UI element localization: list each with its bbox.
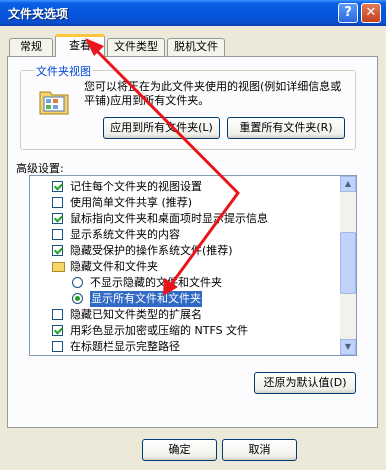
checkbox[interactable] [52,229,63,240]
list-item-label: 鼠标指向文件夹和桌面项时显示提示信息 [70,212,268,225]
checkbox[interactable] [52,325,63,336]
list-item[interactable]: 不显示隐藏的文件和文件夹 [72,275,352,291]
close-button[interactable]: ✕ [361,3,381,23]
list-item-label: 显示所有文件和文件夹 [90,291,202,307]
checkbox[interactable] [52,341,63,352]
restore-defaults-button[interactable]: 还原为默认值(D) [254,372,356,394]
list-item-label: 显示系统文件夹的内容 [70,228,180,241]
list-item[interactable]: 隐藏受保护的操作系统文件(推荐) [52,243,352,259]
advanced-settings-label: 高级设置: [16,162,64,175]
advanced-settings-list[interactable]: 记住每个文件夹的视图设置 使用简单文件共享 (推荐) 鼠标指向文件夹和桌面项时显… [29,175,357,356]
checkbox[interactable] [52,197,63,208]
list-item-label: 用彩色显示加密或压缩的 NTFS 文件 [70,324,249,337]
list-item[interactable]: 鼠标指向文件夹和桌面项时显示提示信息 [52,211,352,227]
folder-icon [52,262,65,272]
list-item[interactable]: 在标题栏显示完整路径 [52,339,352,355]
help-button[interactable]: ? [338,3,358,23]
list-item-label: 隐藏已知文件类型的扩展名 [70,308,202,321]
tab-file-types[interactable]: 文件类型 [107,38,165,56]
list-item-label: 使用简单文件共享 (推荐) [70,196,193,209]
checkbox[interactable] [52,309,63,320]
reset-all-folders-button[interactable]: 重置所有文件夹(R) [227,117,345,139]
ok-button[interactable]: 确定 [142,439,217,461]
list-item-label: 隐藏受保护的操作系统文件(推荐) [70,244,233,257]
checkbox[interactable] [52,213,63,224]
list-item[interactable]: 显示所有文件和文件夹 [72,291,352,307]
list-item[interactable]: 记住每个文件夹的视图设置 [52,179,352,195]
window-title: 文件夹选项 [8,7,69,21]
list-item-label: 不显示隐藏的文件和文件夹 [90,276,222,289]
folder-views-description: 您可以将正在为此文件夹使用的视图(例如详细信息或平铺)应用到所有文件夹。 [84,80,342,107]
list-item[interactable]: 使用简单文件共享 (推荐) [52,195,352,211]
list-item[interactable]: 显示系统文件夹的内容 [52,227,352,243]
tab-view[interactable]: 查看 [55,34,105,57]
list-item[interactable]: 用彩色显示加密或压缩的 NTFS 文件 [52,323,352,339]
scroll-thumb[interactable] [340,232,356,294]
list-item: 隐藏文件和文件夹 [52,259,352,275]
tab-general[interactable]: 常规 [9,38,53,56]
radio-button[interactable] [72,293,83,304]
tab-offline-files[interactable]: 脱机文件 [167,38,225,56]
scroll-up-icon[interactable]: ▲ [340,176,356,192]
list-item-label: 记住每个文件夹的视图设置 [70,180,202,193]
cancel-button[interactable]: 取消 [222,439,297,461]
folder-views-icon [39,91,69,115]
scroll-down-icon[interactable]: ▼ [340,339,356,355]
folder-views-label: 文件夹视图 [34,63,93,79]
radio-button[interactable] [72,277,83,288]
title-bar[interactable]: 文件夹选项 ? ✕ [0,0,386,26]
apply-to-all-folders-button[interactable]: 应用到所有文件夹(L) [103,117,220,139]
checkbox[interactable] [52,181,63,192]
list-item-label: 隐藏文件和文件夹 [70,260,158,273]
list-item-label: 在标题栏显示完整路径 [70,340,180,353]
list-item[interactable]: 隐藏已知文件类型的扩展名 [52,307,352,323]
scrollbar[interactable]: ▲ ▼ [340,176,356,355]
checkbox[interactable] [52,245,63,256]
